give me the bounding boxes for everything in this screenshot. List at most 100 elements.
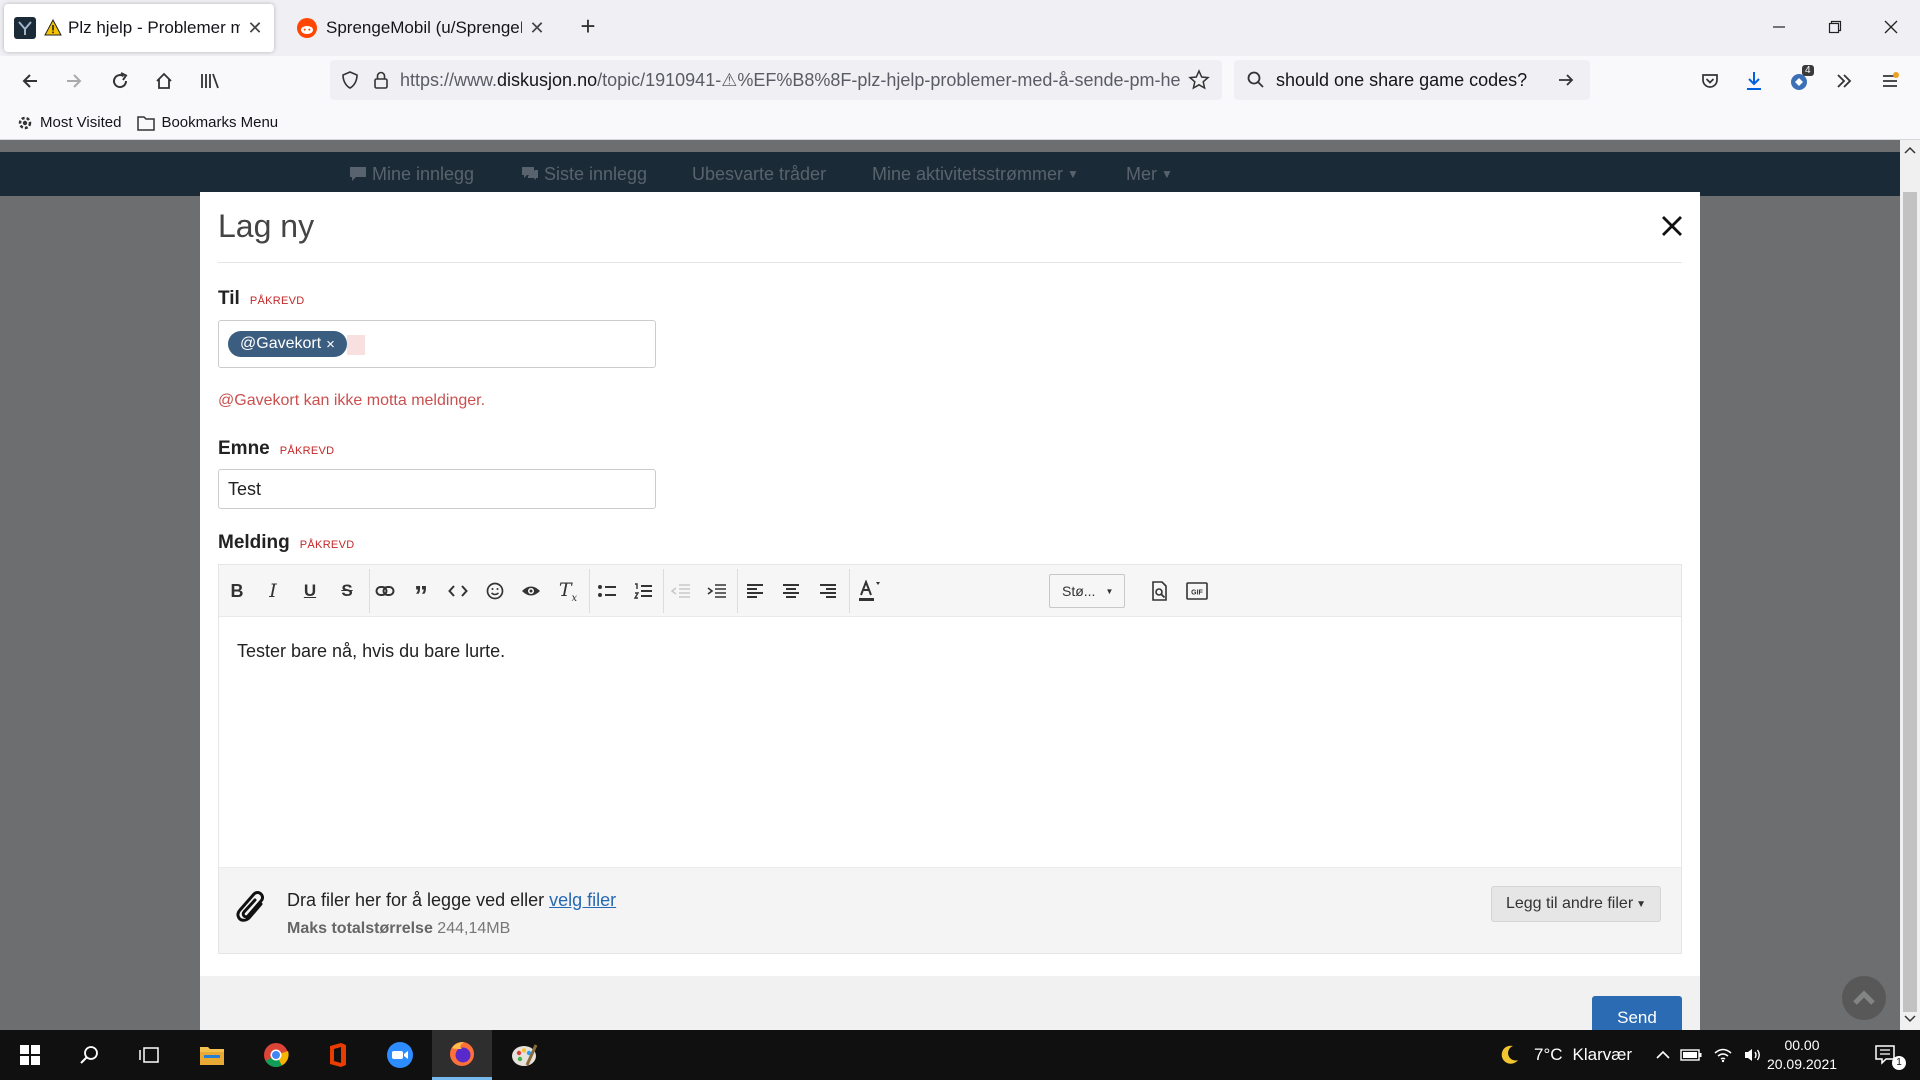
weather-description: Klarvær <box>1572 1045 1633 1064</box>
restore-button[interactable] <box>1806 0 1864 54</box>
overflow-chevron-icon[interactable] <box>1828 65 1860 97</box>
navigation-toolbar: https://www.diskusjon.no/topic/1910941-⚠… <box>0 56 1920 106</box>
chrome-button[interactable] <box>246 1030 306 1080</box>
tab-close-icon[interactable]: ✕ <box>246 18 264 39</box>
clock[interactable]: 00.00 20.09.2021 <box>1766 1036 1838 1074</box>
nav-mine-innlegg[interactable]: Mine innlegg <box>348 152 474 196</box>
start-button[interactable] <box>0 1030 60 1080</box>
home-button[interactable] <box>148 65 180 97</box>
send-button[interactable]: Send <box>1592 996 1682 1030</box>
outdent-button[interactable] <box>663 573 699 609</box>
scroll-to-top-button[interactable] <box>1842 976 1886 1020</box>
volume-icon[interactable] <box>1738 1030 1768 1080</box>
url-text[interactable]: https://www.diskusjon.no/topic/1910941-⚠… <box>400 70 1180 91</box>
library-button[interactable] <box>194 65 226 97</box>
emoji-button[interactable] <box>477 573 513 609</box>
scroll-up-icon[interactable] <box>1900 144 1920 158</box>
paperclip-icon <box>235 888 269 926</box>
tab-plz-hjelp[interactable]: Plz hjelp - Problemer med å sende pm her… <box>4 4 274 52</box>
close-window-button[interactable] <box>1862 0 1920 54</box>
message-editor: B I U S ” Tx Stø... ▼ GIF Tester bare nå… <box>218 564 1682 954</box>
indent-button[interactable] <box>699 573 735 609</box>
numbered-list-button[interactable] <box>625 573 661 609</box>
bookmark-star-icon[interactable] <box>1188 69 1210 91</box>
search-button[interactable] <box>60 1030 120 1080</box>
link-button[interactable] <box>367 573 403 609</box>
code-button[interactable] <box>440 573 476 609</box>
minimize-button[interactable] <box>1750 0 1808 54</box>
task-view-button[interactable] <box>120 1030 180 1080</box>
page-content: Mine innlegg Siste innlegg Ubesvarte trå… <box>0 140 1900 1030</box>
recipient-field[interactable]: @Gavekort × <box>218 320 656 368</box>
bulleted-list-button[interactable] <box>589 573 625 609</box>
style-dropdown[interactable]: Stø... ▼ <box>1049 574 1125 608</box>
recipient-input[interactable] <box>347 335 365 355</box>
nav-label: Ubesvarte tråder <box>692 163 827 184</box>
bookmarks-toolbar: Most Visited Bookmarks Menu <box>0 106 1920 140</box>
scroll-down-icon[interactable] <box>1900 1012 1920 1026</box>
bookmark-most-visited[interactable]: Most Visited <box>16 114 121 132</box>
strikethrough-button[interactable]: S <box>329 573 365 609</box>
align-left-icon <box>747 584 763 598</box>
tab-reddit[interactable]: SprengeMobil (u/SprengeMobil) - Reddit ✕ <box>286 4 556 52</box>
tab-title: Plz hjelp - Problemer med å sende pm her <box>68 18 240 37</box>
spoiler-button[interactable] <box>513 573 549 609</box>
lock-icon[interactable] <box>372 70 390 90</box>
tracking-shield-icon[interactable] <box>340 70 360 90</box>
preview-button[interactable] <box>1142 573 1178 609</box>
remove-recipient-icon[interactable]: × <box>326 336 335 353</box>
message-body[interactable]: Tester bare nå, hvis du bare lurte. <box>237 641 505 662</box>
italic-button[interactable]: I <box>255 573 291 609</box>
nav-mer[interactable]: Mer ▼ <box>1126 152 1173 196</box>
extensions-icon[interactable]: 4 <box>1784 65 1816 97</box>
bold-button[interactable]: B <box>219 573 255 609</box>
nav-ubesvarte-trader[interactable]: Ubesvarte tråder <box>692 152 826 196</box>
text-color-button[interactable] <box>851 573 887 609</box>
add-other-files-button[interactable]: Legg til andre filer ▼ <box>1491 886 1661 922</box>
align-center-button[interactable] <box>773 573 809 609</box>
reddit-favicon-icon <box>296 17 318 39</box>
choose-files-link[interactable]: velg filer <box>549 890 616 910</box>
nav-mine-aktivitetsstrommer[interactable]: Mine aktivitetsstrømmer ▼ <box>872 152 1079 196</box>
office-button[interactable] <box>308 1030 368 1080</box>
search-go-arrow-icon[interactable] <box>1556 70 1576 90</box>
clear-format-button[interactable]: Tx <box>550 573 586 609</box>
subject-label: Emne PÅKREVD <box>218 438 334 460</box>
tab-close-icon[interactable]: ✕ <box>528 18 546 39</box>
recipient-chip[interactable]: @Gavekort × <box>228 331 347 357</box>
attachment-dropzone[interactable]: Dra filer her for å legge ved eller velg… <box>219 867 1681 953</box>
notifications-button[interactable]: 1 <box>1856 1030 1916 1080</box>
battery-icon[interactable] <box>1676 1030 1706 1080</box>
subject-field[interactable]: Test <box>218 469 656 509</box>
file-explorer-button[interactable] <box>182 1030 242 1080</box>
nav-siste-innlegg[interactable]: Siste innlegg <box>520 152 647 196</box>
underline-button[interactable]: U <box>292 573 328 609</box>
pocket-icon[interactable] <box>1694 65 1726 97</box>
back-button[interactable] <box>14 65 46 97</box>
page-scrollbar[interactable] <box>1900 140 1920 1030</box>
new-tab-button[interactable]: + <box>576 12 600 42</box>
weather-widget[interactable]: 7°C Klarvær <box>1498 1030 1632 1080</box>
tray-overflow-icon[interactable] <box>1648 1030 1678 1080</box>
reload-button[interactable] <box>104 65 136 97</box>
search-text[interactable]: should one share game codes? <box>1276 70 1556 91</box>
underline-icon: U <box>303 581 317 600</box>
quote-button[interactable]: ” <box>403 573 439 610</box>
zoom-button[interactable] <box>370 1030 430 1080</box>
gif-button[interactable]: GIF <box>1179 573 1215 609</box>
app-menu-icon[interactable] <box>1874 65 1906 97</box>
search-bar[interactable]: should one share game codes? <box>1234 60 1590 100</box>
align-left-button[interactable] <box>737 573 773 609</box>
paint-button[interactable] <box>494 1030 554 1080</box>
bookmark-menu[interactable]: Bookmarks Menu <box>137 114 278 131</box>
forward-button[interactable] <box>58 65 90 97</box>
scrollbar-thumb[interactable] <box>1903 192 1917 1012</box>
align-right-button[interactable] <box>810 573 846 609</box>
downloads-icon[interactable] <box>1738 65 1770 97</box>
close-icon[interactable] <box>1658 212 1686 240</box>
firefox-button[interactable] <box>432 1030 492 1080</box>
wifi-icon[interactable] <box>1708 1030 1738 1080</box>
code-icon <box>448 585 468 597</box>
strikethrough-icon: S <box>341 581 353 600</box>
url-bar[interactable]: https://www.diskusjon.no/topic/1910941-⚠… <box>330 60 1222 100</box>
